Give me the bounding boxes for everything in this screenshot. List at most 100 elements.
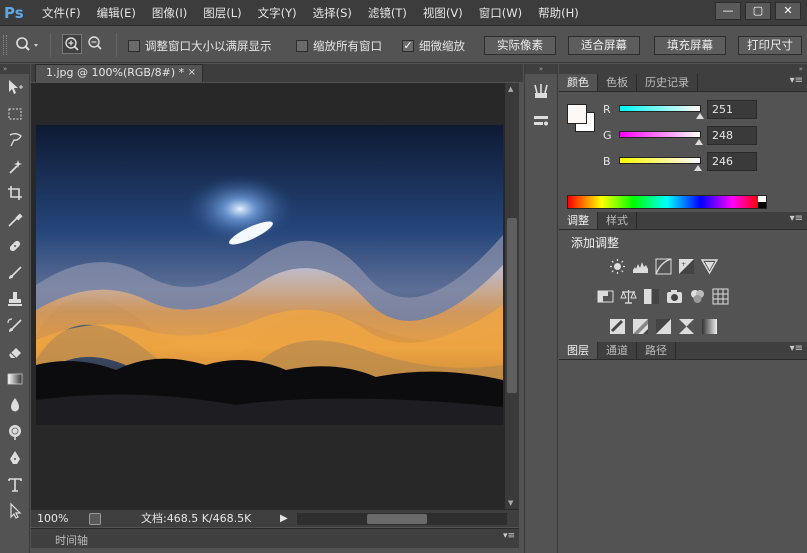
resize-windows-checkbox[interactable]: 调整窗口大小以满屏显示 [128,38,272,54]
tab-layers[interactable]: 图层 [559,342,598,359]
menu-window[interactable]: 窗口(W) [471,0,530,26]
print-size-button[interactable]: 打印尺寸 [738,36,802,55]
checkbox-box[interactable] [296,40,308,52]
fit-screen-button[interactable]: 适合屏幕 [568,36,640,55]
tab-adjustments[interactable]: 调整 [559,212,598,229]
blur-icon[interactable] [0,392,30,419]
history-brush-icon[interactable] [0,313,30,340]
menu-view[interactable]: 视图(V) [415,0,471,26]
checkbox-box-checked[interactable]: ✓ [402,40,414,52]
panel-menu-icon[interactable]: ▾≡ [790,343,803,354]
document-image[interactable] [36,125,503,425]
posterize-icon[interactable] [632,318,649,335]
rectangular-marquee-icon[interactable] [0,101,30,128]
zoom-tool-preset-icon[interactable] [14,36,42,54]
color-spectrum-ramp[interactable] [567,195,767,209]
scroll-up-arrow-icon[interactable]: ▲ [508,85,513,93]
invert-icon[interactable] [609,318,626,335]
panel-menu-icon[interactable]: ▾≡ [790,75,803,86]
status-menu-arrow-icon[interactable]: ▶ [280,510,288,527]
menu-type[interactable]: 文字(Y) [250,0,305,26]
blue-slider-track[interactable] [619,157,701,164]
right-dock-collapse[interactable]: » [559,64,807,74]
brush-presets-icon[interactable] [525,78,557,104]
curves-icon[interactable] [655,258,672,275]
tab-swatches[interactable]: 色板 [598,74,637,91]
menu-help[interactable]: 帮助(H) [530,0,587,26]
green-slider-thumb[interactable] [694,139,703,145]
color-balance-icon[interactable] [620,288,637,305]
red-slider-track[interactable] [619,105,701,112]
status-info-icon[interactable] [89,513,101,525]
panel-menu-icon[interactable]: ▾≡ [790,213,803,224]
hue-saturation-icon[interactable] [597,288,614,305]
actual-pixels-button[interactable]: 实际像素 [484,36,556,55]
green-slider-track[interactable] [619,131,701,138]
magic-wand-icon[interactable] [0,154,30,181]
menu-image[interactable]: 图像(I) [144,0,195,26]
red-value-input[interactable]: 251 [707,100,757,119]
brightness-contrast-icon[interactable] [609,258,626,275]
tool-presets-icon[interactable] [525,108,557,134]
blue-slider-thumb[interactable] [694,165,703,171]
zoom-in-icon[interactable] [62,34,82,54]
levels-icon[interactable] [632,258,649,275]
brush-icon[interactable] [0,260,30,287]
healing-brush-icon[interactable] [0,233,30,260]
photo-filter-icon[interactable] [666,288,683,305]
restore-button[interactable]: ▢ [745,2,771,20]
red-slider-thumb[interactable] [695,113,704,119]
document-tab[interactable]: 1.jpg @ 100%(RGB/8#) * × [35,64,203,82]
zoom-level[interactable]: 100% [37,510,68,527]
timeline-menu-icon[interactable]: ▾≡ [503,531,515,541]
pen-icon[interactable] [0,445,30,472]
clone-stamp-icon[interactable] [0,286,30,313]
document-canvas[interactable] [31,83,505,509]
horizontal-scrollbar-thumb[interactable] [367,514,427,524]
timeline-panel[interactable]: 时间轴 ▾≡ [31,528,519,548]
tools-panel-collapse[interactable]: » [0,64,29,74]
tab-channels[interactable]: 通道 [598,342,637,359]
menu-edit[interactable]: 编辑(E) [89,0,144,26]
menu-file[interactable]: 文件(F) [34,0,89,26]
horizontal-scrollbar[interactable] [297,513,507,525]
foreground-color-swatch[interactable] [567,104,587,124]
path-selection-icon[interactable] [0,498,30,525]
dodge-icon[interactable] [0,419,30,446]
scrubby-zoom-checkbox[interactable]: ✓ 细微缩放 [402,38,465,54]
dock-collapse-toggle[interactable]: » [525,64,557,74]
document-tab-close-icon[interactable]: × [188,65,196,81]
gradient-icon[interactable] [0,366,30,393]
zoom-all-windows-checkbox[interactable]: 缩放所有窗口 [296,38,382,54]
gradient-map-icon[interactable] [701,318,718,335]
tab-color[interactable]: 颜色 [559,74,598,91]
options-bar-grip[interactable] [3,35,7,55]
scroll-down-arrow-icon[interactable]: ▼ [508,499,513,507]
lasso-icon[interactable] [0,127,30,154]
green-value-input[interactable]: 248 [707,126,757,145]
eraser-icon[interactable] [0,339,30,366]
color-lookup-icon[interactable] [712,288,729,305]
tab-history[interactable]: 历史记录 [637,74,698,91]
checkbox-box[interactable] [128,40,140,52]
black-white-icon[interactable] [643,288,660,305]
menu-layer[interactable]: 图层(L) [195,0,249,26]
selective-color-icon[interactable] [678,318,695,335]
channel-mixer-icon[interactable] [689,288,706,305]
blue-value-input[interactable]: 246 [707,152,757,171]
threshold-icon[interactable] [655,318,672,335]
move-tool-icon[interactable] [0,74,30,101]
vertical-scrollbar[interactable]: ▲ ▼ [505,83,519,509]
tab-styles[interactable]: 样式 [598,212,637,229]
close-button[interactable]: ✕ [775,2,801,20]
timeline-tab[interactable]: 时间轴 [55,532,88,548]
crop-icon[interactable] [0,180,30,207]
eyedropper-icon[interactable] [0,207,30,234]
menu-select[interactable]: 选择(S) [305,0,360,26]
type-icon[interactable] [0,472,30,499]
fill-screen-button[interactable]: 填充屏幕 [654,36,726,55]
vibrance-icon[interactable] [701,258,718,275]
minimize-button[interactable]: — [715,2,741,20]
exposure-icon[interactable]: + [678,258,695,275]
vertical-scrollbar-thumb[interactable] [507,218,517,393]
